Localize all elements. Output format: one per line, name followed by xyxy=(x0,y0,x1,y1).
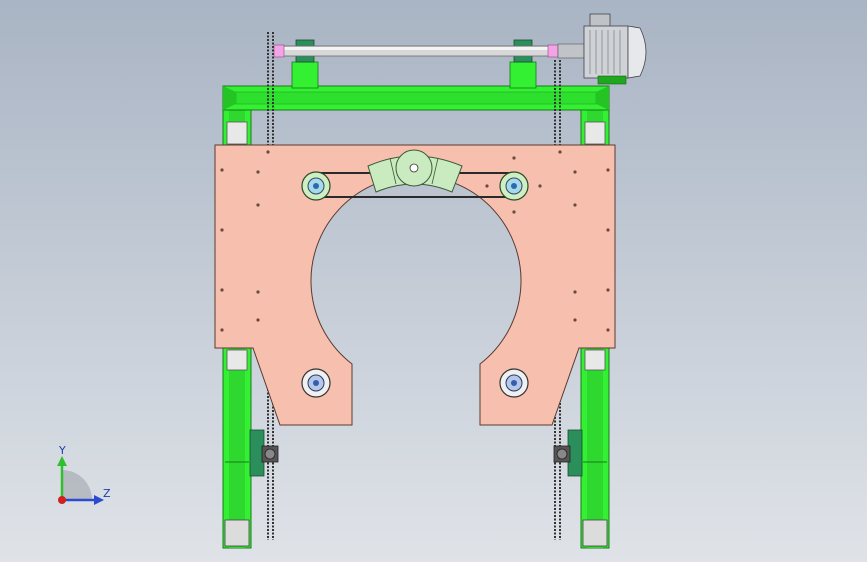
right-lower-bracket xyxy=(584,349,606,371)
left-lower-sprocket xyxy=(249,429,279,477)
cad-viewport[interactable]: Y Z xyxy=(0,0,867,562)
left-upper-bracket xyxy=(226,121,248,145)
motor-fan-cover xyxy=(627,25,647,79)
right-coupling xyxy=(547,44,559,58)
y-axis-label: Y xyxy=(58,444,66,457)
coordinate-triad[interactable]: Y Z xyxy=(57,444,111,505)
roller-lower-left xyxy=(301,368,331,398)
right-upper-bracket xyxy=(584,121,606,145)
motor-base xyxy=(597,75,627,85)
left-lower-bracket xyxy=(226,349,248,371)
right-lower-sprocket xyxy=(553,429,583,477)
assembly-drawing: Y Z xyxy=(57,13,647,549)
right-bearing-block xyxy=(509,61,537,89)
top-shaft-assembly xyxy=(273,39,585,89)
z-axis-label: Z xyxy=(103,487,111,500)
left-bearing-block xyxy=(291,61,319,89)
electric-motor xyxy=(583,13,647,85)
sprocket-upper-right xyxy=(499,171,529,201)
triad-plane xyxy=(62,470,92,500)
left-coupling xyxy=(273,44,285,58)
left-foot xyxy=(224,519,250,547)
right-foot xyxy=(582,519,608,547)
top-frame-beam xyxy=(222,85,610,111)
sprocket-upper-left xyxy=(301,171,331,201)
main-plate xyxy=(214,144,616,426)
triad-origin xyxy=(58,496,66,504)
roller-lower-right xyxy=(499,368,529,398)
